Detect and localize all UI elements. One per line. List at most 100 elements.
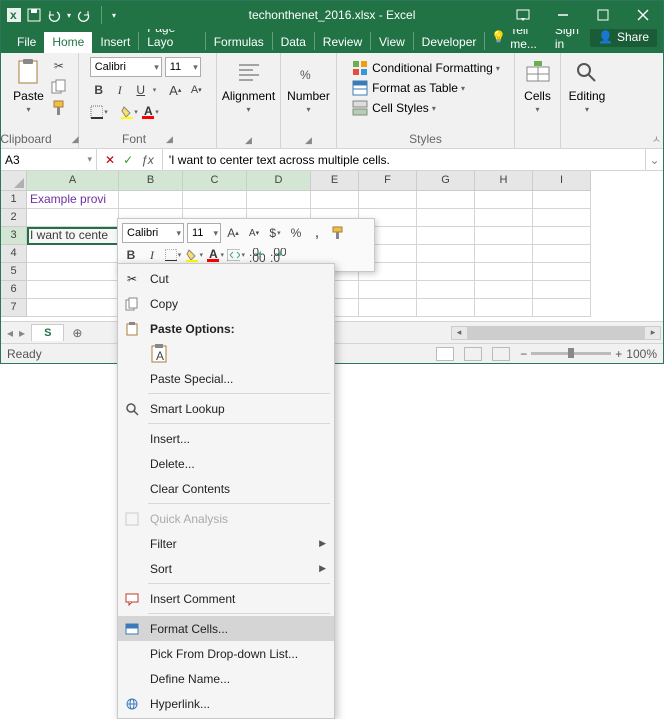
zoom-slider[interactable]: − + 100% [520, 347, 657, 361]
row-header[interactable]: 7 [1, 299, 27, 317]
next-sheet-icon[interactable]: ▸ [19, 326, 25, 340]
tab-insert[interactable]: Insert [92, 32, 138, 53]
dialog-launcher-icon[interactable]: ◢ [72, 134, 79, 145]
ctx-filter[interactable]: Filter▶ [118, 531, 334, 556]
alignment-button[interactable]: Alignment▾ [220, 57, 277, 116]
cell[interactable]: Example provi [27, 191, 119, 209]
percent-icon[interactable]: % [287, 224, 305, 242]
tab-formulas[interactable]: Formulas [206, 32, 272, 53]
comma-icon[interactable]: , [308, 224, 326, 242]
increase-font-icon[interactable]: A▴ [166, 81, 184, 99]
mini-size-select[interactable]: 11 [187, 223, 221, 243]
number-button[interactable]: %Number▾ [285, 57, 332, 116]
ribbon-options-icon[interactable] [503, 1, 543, 29]
cancel-icon[interactable]: ✕ [105, 153, 115, 167]
format-painter-icon[interactable] [50, 99, 68, 117]
ctx-cut[interactable]: ✂Cut [118, 266, 334, 291]
col-header[interactable]: D [247, 171, 311, 191]
page-layout-view-icon[interactable] [464, 347, 482, 361]
tab-home[interactable]: Home [44, 32, 92, 53]
tab-data[interactable]: Data [273, 32, 314, 53]
font-color-icon[interactable]: A [141, 103, 159, 121]
row-header[interactable]: 2 [1, 209, 27, 227]
bold-button[interactable]: B [90, 81, 108, 99]
accounting-format-icon[interactable]: $ [266, 224, 284, 242]
undo-dropdown-icon[interactable]: ▾ [67, 11, 71, 20]
ctx-paste-keep-text[interactable]: A [118, 341, 334, 366]
conditional-formatting-button[interactable]: Conditional Formatting▾ [351, 59, 500, 77]
page-break-view-icon[interactable] [492, 347, 510, 361]
editing-button[interactable]: Editing▾ [567, 57, 608, 116]
format-as-table-button[interactable]: Format as Table▾ [351, 79, 465, 97]
ctx-format-cells[interactable]: Format Cells... [118, 616, 334, 641]
col-header[interactable]: H [475, 171, 533, 191]
merge-center-icon[interactable] [227, 246, 245, 264]
borders-icon[interactable] [164, 246, 182, 264]
zoom-level[interactable]: 100% [626, 347, 657, 361]
col-header[interactable]: C [183, 171, 247, 191]
col-header[interactable]: E [311, 171, 359, 191]
row-header[interactable]: 1 [1, 191, 27, 209]
fill-color-icon[interactable] [185, 246, 203, 264]
normal-view-icon[interactable] [436, 347, 454, 361]
redo-icon[interactable] [77, 8, 91, 22]
row-header[interactable]: 4 [1, 245, 27, 263]
ctx-sort[interactable]: Sort▶ [118, 556, 334, 581]
paste-button[interactable]: Paste ▾ [11, 57, 46, 116]
ctx-delete[interactable]: Delete... [118, 451, 334, 476]
collapse-ribbon-icon[interactable]: ㅅ [652, 131, 661, 146]
cells-button[interactable]: Cells▾ [522, 57, 554, 116]
cut-icon[interactable]: ✂ [50, 57, 68, 75]
italic-button[interactable]: I [111, 81, 129, 99]
sheet-tab[interactable]: S [31, 324, 64, 341]
col-header[interactable]: G [417, 171, 475, 191]
ctx-pick-from-list[interactable]: Pick From Drop-down List... [118, 641, 334, 666]
formula-input[interactable]: 'I want to center text across multiple c… [163, 149, 645, 170]
ctx-smart-lookup[interactable]: Smart Lookup [118, 396, 334, 421]
borders-icon[interactable] [90, 103, 108, 121]
ctx-hyperlink[interactable]: Hyperlink... [118, 691, 334, 716]
maximize-button[interactable] [583, 1, 623, 29]
ctx-clear-contents[interactable]: Clear Contents [118, 476, 334, 501]
close-button[interactable] [623, 1, 663, 29]
minimize-button[interactable] [543, 1, 583, 29]
row-header[interactable]: 3 [1, 227, 27, 245]
horizontal-scrollbar[interactable]: ◂▸ [451, 326, 661, 340]
ctx-copy[interactable]: Copy [118, 291, 334, 316]
enter-icon[interactable]: ✓ [123, 153, 133, 167]
col-header[interactable]: A [27, 171, 119, 191]
format-painter-icon[interactable] [329, 224, 347, 242]
col-header[interactable]: F [359, 171, 417, 191]
select-all-corner[interactable] [1, 171, 27, 191]
expand-formula-icon[interactable]: ⌄ [645, 149, 663, 170]
zoom-out-icon[interactable]: − [520, 347, 527, 361]
mini-font-select[interactable]: Calibri [122, 223, 184, 243]
italic-button[interactable]: I [143, 246, 161, 264]
underline-button[interactable]: U [132, 81, 150, 99]
tab-view[interactable]: View [371, 32, 413, 53]
decrease-decimal-icon[interactable]: .00.0 [269, 246, 287, 264]
increase-font-icon[interactable]: A▴ [224, 224, 242, 242]
ctx-insert-comment[interactable]: Insert Comment [118, 586, 334, 611]
dialog-launcher-icon[interactable]: ◢ [305, 135, 312, 146]
col-header[interactable]: B [119, 171, 183, 191]
tab-file[interactable]: File [9, 32, 44, 53]
col-header[interactable]: I [533, 171, 591, 191]
dialog-launcher-icon[interactable]: ◢ [245, 135, 252, 146]
name-box[interactable]: A3 [1, 149, 97, 170]
cell-styles-button[interactable]: Cell Styles▾ [351, 99, 436, 117]
dialog-launcher-icon[interactable]: ◢ [166, 134, 173, 145]
ctx-insert[interactable]: Insert... [118, 426, 334, 451]
share-button[interactable]: 👤Share [590, 27, 657, 47]
save-icon[interactable] [27, 8, 41, 22]
undo-icon[interactable] [47, 8, 61, 22]
font-color-icon[interactable]: A [206, 246, 224, 264]
font-size-select[interactable]: 11 [165, 57, 201, 77]
font-name-select[interactable]: Calibri [90, 57, 162, 77]
row-header[interactable]: 5 [1, 263, 27, 281]
tab-review[interactable]: Review [315, 32, 370, 53]
fill-color-icon[interactable] [120, 103, 138, 121]
fx-icon[interactable]: ƒx [141, 153, 154, 167]
decrease-font-icon[interactable]: A▾ [245, 224, 263, 242]
ctx-paste-special[interactable]: Paste Special... [118, 366, 334, 391]
